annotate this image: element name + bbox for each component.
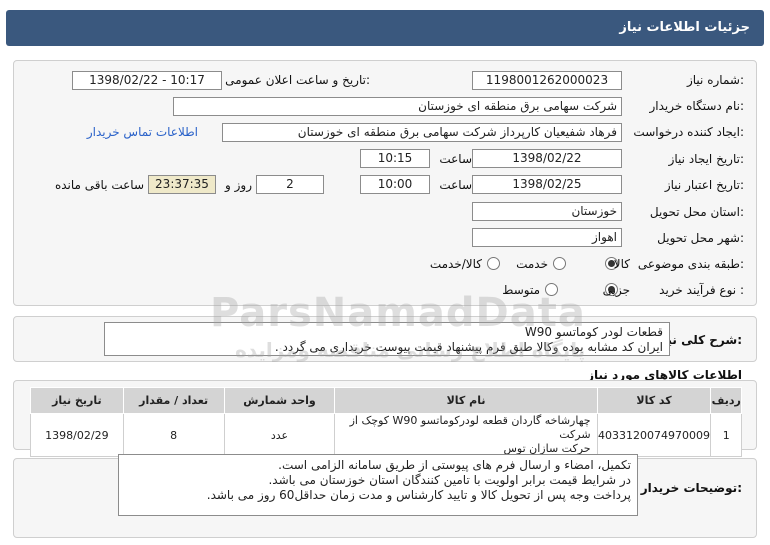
buyer-note-line-1: تکمیل، امضاء و ارسال فرم های پیوستی از ط… (278, 458, 631, 472)
city-label: شهر محل تحویل: (657, 231, 744, 245)
days-field[interactable]: 2 (256, 175, 324, 194)
process-option-minor: جزیی (602, 283, 630, 297)
summary-text: قطعات لودر کوماتسو W90 ایران کد مشابه بو… (104, 322, 670, 356)
created-date-field[interactable]: 1398/02/22 (472, 149, 622, 168)
cell-code: 4033120074970009 (596, 413, 712, 457)
need-number-label: شماره نیاز: (686, 73, 744, 87)
need-number-field[interactable]: 1198001262000023 (472, 71, 622, 90)
col-index: ردیف (710, 387, 742, 414)
cell-date: 1398/02/29 (30, 413, 124, 457)
validity-time-field[interactable]: 10:00 (360, 175, 430, 194)
buyer-notes-content: تکمیل، امضاء و ارسال فرم های پیوستی از ط… (118, 454, 638, 516)
announce-label: تاریخ و ساعت اعلان عمومی: (225, 73, 370, 87)
page-title: جزئیات اطلاعات نیاز (619, 20, 750, 35)
cell-index: 1 (710, 413, 742, 457)
cell-name-line-1: چهارشاخه گاردان قطعه لودرکوماتسو W90 کوچ… (349, 414, 591, 441)
buyer-note-line-3: پرداخت وجه پس از تحویل کالا و تایید کارش… (206, 488, 631, 502)
cell-quantity: 8 (122, 413, 225, 457)
category-radio-goods-service[interactable] (487, 257, 500, 270)
col-code: کد کالا (596, 387, 712, 414)
buyer-notes-label: توضیحات خریدار: (640, 481, 742, 495)
summary-line-1: قطعات لودر کوماتسو W90 (524, 325, 663, 339)
buyer-contact-link[interactable]: اطلاعات تماس خریدار (87, 125, 198, 139)
remaining-label: ساعت باقی مانده (54, 178, 144, 192)
city-field[interactable]: اهواز (472, 228, 622, 247)
col-name: نام کالا (334, 387, 598, 414)
province-label: استان محل تحویل: (649, 205, 744, 219)
items-header-row: تاریخ نیاز تعداد / مقدار واحد شمارش نام … (30, 387, 742, 414)
validity-date-label: تاریخ اعتبار نیاز: (664, 178, 744, 192)
table-row[interactable]: 1398/02/29 8 عدد چهارشاخه گاردان قطعه لو… (30, 413, 742, 457)
days-label: روز و (225, 178, 252, 192)
remaining-time-field: 23:37:35 (148, 175, 216, 194)
category-option-goods-service: کالا/خدمت (429, 257, 482, 271)
summary-line-2: ایران کد مشابه بوده وکالا طبق فرم پیشنها… (274, 340, 663, 354)
col-date: تاریخ نیاز (30, 387, 124, 414)
created-time-field[interactable]: 10:15 (360, 149, 430, 168)
created-time-label: ساعت (439, 152, 472, 166)
process-option-medium: متوسط (502, 283, 540, 297)
col-unit: واحد شمارش (223, 387, 336, 414)
category-option-goods: کالا (613, 257, 630, 271)
validity-time-label: ساعت (439, 178, 472, 192)
category-radio-service[interactable] (553, 257, 566, 270)
buyer-org-label: نام دستگاه خریدار: (649, 99, 745, 113)
category-option-service: خدمت (516, 257, 548, 271)
col-quantity: تعداد / مقدار (122, 387, 225, 414)
cell-unit: عدد (223, 413, 336, 457)
process-label: نوع فرآیند خرید : (659, 283, 744, 297)
province-field[interactable]: خوزستان (472, 202, 622, 221)
buyer-org-field[interactable]: شرکت سهامی برق منطقه ای خوزستان (173, 97, 622, 116)
validity-date-field[interactable]: 1398/02/25 (472, 175, 622, 194)
announce-field[interactable]: 1398/02/22 - 10:17 (72, 71, 222, 90)
category-label: طبقه بندی موضوعی: (637, 257, 744, 271)
created-date-label: تاریخ ایجاد نیاز: (668, 152, 744, 166)
buyer-note-line-2: در شرایط قیمت برابر اولویت با تامین کنند… (268, 473, 631, 487)
cell-name: چهارشاخه گاردان قطعه لودرکوماتسو W90 کوچ… (334, 413, 598, 457)
requester-field[interactable]: فرهاد شفیعیان کارپرداز شرکت سهامی برق من… (222, 123, 622, 142)
requester-label: ایجاد کننده درخواست: (633, 125, 744, 139)
page-header: جزئیات اطلاعات نیاز (6, 10, 764, 46)
process-radio-medium[interactable] (545, 283, 558, 296)
items-table: تاریخ نیاز تعداد / مقدار واحد شمارش نام … (30, 387, 742, 457)
